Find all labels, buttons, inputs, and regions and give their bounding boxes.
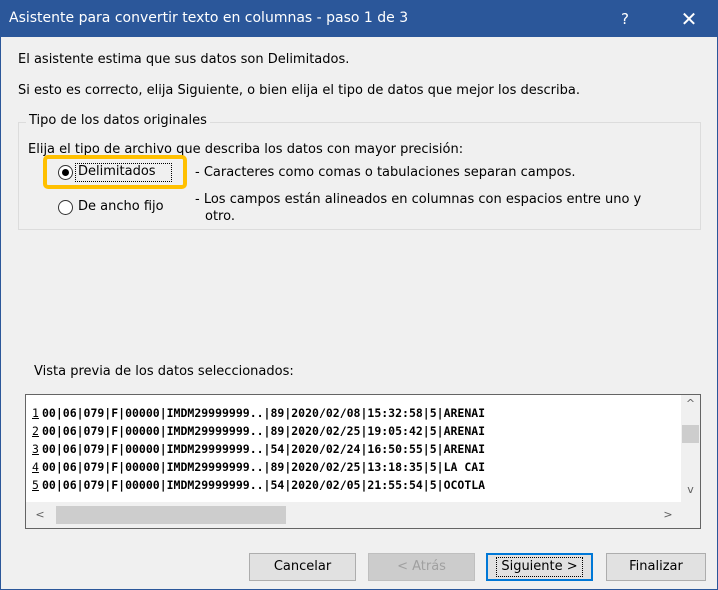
preview-row-text: 00|06|079|F|00000|IMDM29999999..|89|2020…: [42, 460, 486, 474]
window-title: Asistente para convertir texto en column…: [9, 10, 409, 26]
next-button[interactable]: Siguiente >: [486, 553, 593, 581]
fixed-width-label[interactable]: De ancho fijo: [78, 199, 164, 214]
cancel-button-label: Cancelar: [273, 559, 332, 574]
horizontal-scroll-thumb[interactable]: [56, 506, 286, 524]
cancel-button[interactable]: Cancelar: [249, 553, 356, 581]
preview-row-text: 00|06|079|F|00000|IMDM29999999..|54|2020…: [42, 442, 486, 456]
data-type-group-legend: Tipo de los datos originales: [26, 113, 210, 128]
vertical-scroll-thumb[interactable]: [682, 425, 699, 443]
scrollbar-corner: [681, 502, 700, 528]
data-preview[interactable]: 1 00|06|079|F|00000|IMDM29999999..|89|20…: [25, 394, 701, 529]
radio-selected-dot: [62, 169, 69, 176]
finish-button[interactable]: Finalizar: [606, 553, 706, 581]
vertical-scrollbar[interactable]: ^ v: [681, 395, 700, 502]
intro-line-1: El asistente estima que sus datos son De…: [18, 52, 350, 67]
finish-button-label: Finalizar: [629, 559, 683, 574]
fixed-width-description-line-2: otro.: [205, 209, 235, 224]
delimited-description: - Caracteres como comas o tabulaciones s…: [195, 165, 576, 180]
preview-row-number: 1: [32, 406, 39, 420]
fixed-width-radio[interactable]: [58, 200, 73, 215]
preview-row-text: 00|06|079|F|00000|IMDM29999999..|89|2020…: [42, 406, 486, 420]
delimited-radio[interactable]: [58, 165, 73, 180]
back-button[interactable]: < Atrás: [368, 553, 475, 581]
horizontal-scrollbar[interactable]: < >: [26, 502, 681, 528]
preview-row-text: 00|06|079|F|00000|IMDM29999999..|89|2020…: [42, 424, 486, 438]
preview-row-number: 3: [32, 442, 39, 456]
preview-label: Vista previa de los datos seleccionados:: [34, 364, 294, 379]
preview-row-number: 4: [32, 460, 39, 474]
preview-row-text: 00|06|079|F|00000|IMDM29999999..|54|2020…: [42, 478, 486, 492]
delimited-label[interactable]: Delimitados: [78, 164, 156, 179]
preview-rows: 1 00|06|079|F|00000|IMDM29999999..|89|20…: [26, 405, 681, 499]
scroll-down-icon[interactable]: v: [681, 481, 700, 499]
scroll-right-icon[interactable]: >: [660, 506, 676, 524]
preview-row-number: 5: [32, 478, 39, 492]
scroll-up-icon[interactable]: ^: [681, 395, 700, 413]
preview-row-number: 2: [32, 424, 39, 438]
back-button-label: < Atrás: [397, 559, 446, 574]
scroll-left-icon[interactable]: <: [32, 506, 48, 524]
title-bar[interactable]: Asistente para convertir texto en column…: [1, 1, 717, 37]
help-icon[interactable]: ?: [605, 7, 645, 31]
next-button-label: Siguiente >: [496, 557, 583, 577]
fixed-width-description-line-1: - Los campos están alineados en columnas…: [195, 192, 642, 207]
text-to-columns-dialog: Asistente para convertir texto en column…: [0, 0, 718, 590]
close-icon[interactable]: ✕: [669, 5, 709, 33]
intro-line-2: Si esto es correcto, elija Siguiente, o …: [18, 83, 580, 98]
